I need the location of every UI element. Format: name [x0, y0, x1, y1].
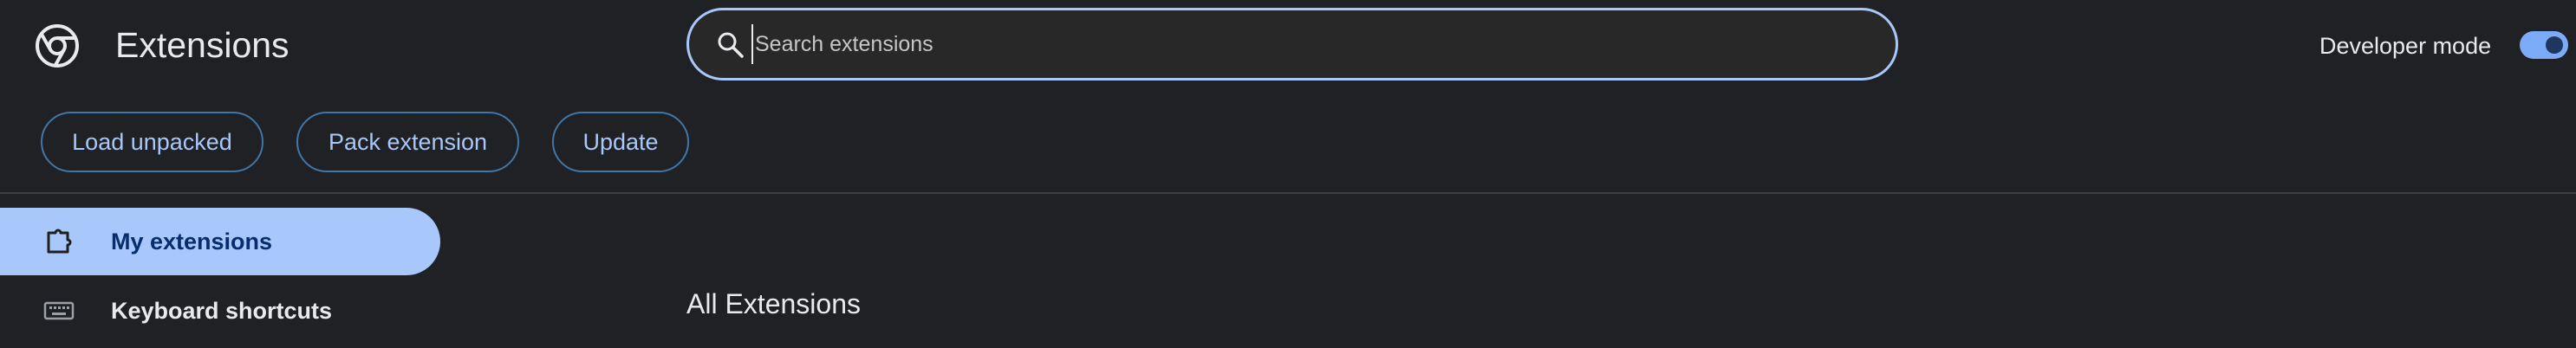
search-icon [718, 32, 744, 58]
pack-extension-button[interactable]: Pack extension [296, 112, 519, 172]
extensions-page: Extensions Developer mode Load unpacked … [0, 0, 2576, 348]
puzzle-piece-icon [47, 229, 72, 254]
toggle-knob [2546, 36, 2563, 54]
sidebar-item-label: Keyboard shortcuts [111, 298, 333, 324]
sidebar-item-keyboard-shortcuts[interactable]: Keyboard shortcuts [0, 277, 440, 345]
sidebar: My extensions Keyboard shortcuts [0, 194, 451, 348]
developer-mode-toggle[interactable] [2520, 31, 2568, 59]
developer-mode-label: Developer mode [2319, 33, 2492, 59]
section-heading: All Extensions [686, 288, 861, 319]
page-title: Extensions [115, 25, 289, 65]
sidebar-item-my-extensions[interactable]: My extensions [0, 208, 440, 275]
search-input[interactable] [751, 24, 1864, 64]
load-unpacked-button[interactable]: Load unpacked [41, 112, 263, 172]
chrome-logo-icon [36, 24, 79, 68]
page-header: Extensions Developer mode [0, 0, 2576, 92]
developer-toolbar: Load unpacked Pack extension Update [0, 108, 2576, 177]
keyboard-icon [43, 301, 75, 320]
update-button[interactable]: Update [552, 112, 689, 172]
search-box[interactable] [686, 8, 1898, 81]
sidebar-item-label: My extensions [111, 229, 273, 255]
